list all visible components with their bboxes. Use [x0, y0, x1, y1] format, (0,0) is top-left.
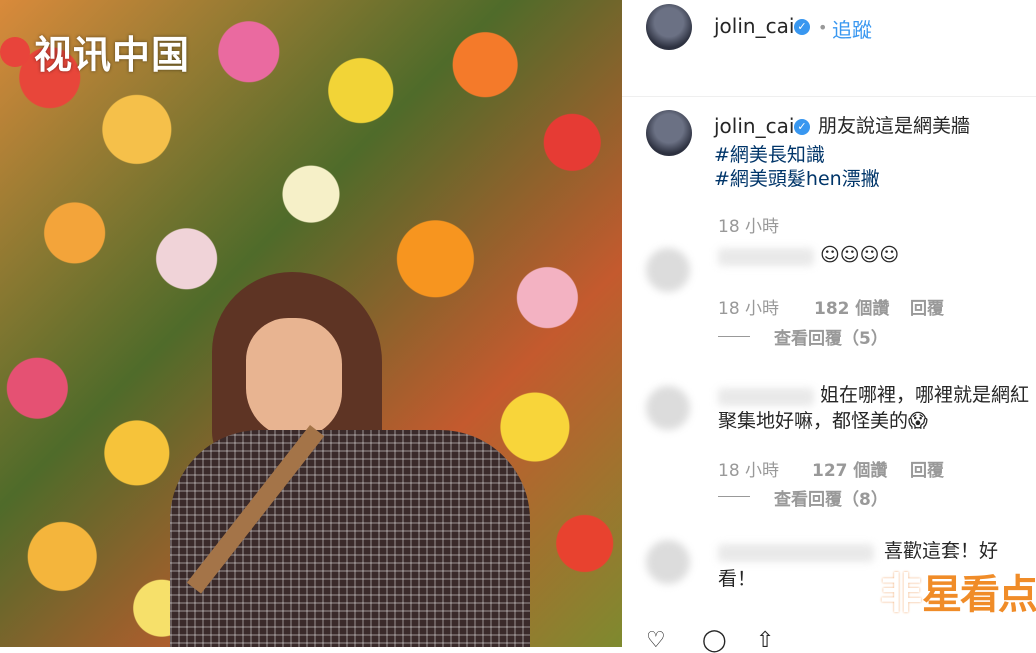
- photo-face: [246, 318, 342, 438]
- watermark-left: 视讯中国: [0, 24, 190, 79]
- watermark-right: 非 星看点: [880, 560, 1036, 621]
- reply-button[interactable]: 回覆: [910, 456, 944, 481]
- share-icon[interactable]: ⇧: [756, 628, 774, 653]
- commenter-username[interactable]: [718, 388, 814, 406]
- comments-panel: jolin_cai ✓ • 追蹤 ⋮ jolin_cai ✓ 朋友說這是網美牆 …: [622, 0, 1036, 653]
- post-photo: 视讯中国: [0, 0, 622, 647]
- caption-text: 朋友說這是網美牆: [818, 115, 971, 137]
- comment-text: ☺☺☺☺: [820, 244, 900, 266]
- view-replies-line: [718, 336, 750, 337]
- comment-likes[interactable]: 182 個讚: [814, 294, 889, 319]
- heart-icon[interactable]: ♡: [646, 628, 666, 653]
- post-actions-bar: ♡ ◯ ⇧: [622, 628, 1036, 653]
- caption-verified-badge-icon: ✓: [794, 119, 810, 135]
- caption-timestamp: 18 小時: [718, 217, 780, 237]
- author-avatar[interactable]: [646, 4, 692, 50]
- comment-timestamp: 18 小時: [718, 461, 780, 481]
- author-username[interactable]: jolin_cai: [714, 14, 794, 38]
- watermark-logo-icon: [0, 36, 30, 67]
- watermark-left-text: 视讯中国: [34, 33, 191, 77]
- reply-button[interactable]: 回覆: [910, 294, 944, 319]
- post-header: jolin_cai ✓ • 追蹤 ⋮: [622, 0, 1036, 97]
- watermark-right-glyph: 非: [880, 569, 923, 618]
- hashtag-link[interactable]: #網美頭髮hen漂撇: [714, 164, 880, 191]
- verified-badge-icon: ✓: [794, 19, 810, 35]
- hashtag-link[interactable]: #網美長知識: [714, 140, 825, 167]
- commenter-avatar[interactable]: [646, 386, 690, 430]
- view-replies-line: [718, 496, 750, 497]
- comment-icon[interactable]: ◯: [702, 628, 727, 653]
- comment-text-line2: 聚集地好嘛，都怪美的😱: [718, 410, 928, 432]
- view-replies-button[interactable]: 查看回覆（8）: [774, 485, 888, 510]
- commenter-username[interactable]: [718, 544, 874, 562]
- view-replies-button[interactable]: 查看回覆（5）: [774, 324, 888, 349]
- comment-text-line1: 姐在哪裡，哪裡就是網紅: [820, 384, 1030, 406]
- comment-text-line2: 看！: [718, 568, 757, 590]
- watermark-right-text: 星看点: [922, 571, 1036, 618]
- separator-dot: •: [818, 18, 828, 37]
- comment-timestamp: 18 小時: [718, 299, 780, 319]
- caption-avatar[interactable]: [646, 110, 692, 156]
- follow-button[interactable]: 追蹤: [832, 14, 872, 43]
- more-options-icon[interactable]: ⋮: [1028, 22, 1036, 47]
- caption-username[interactable]: jolin_cai: [714, 114, 794, 138]
- commenter-username[interactable]: [718, 248, 814, 266]
- commenter-avatar[interactable]: [646, 540, 690, 584]
- commenter-avatar[interactable]: [646, 248, 690, 292]
- comment-likes[interactable]: 127 個讚: [812, 456, 887, 481]
